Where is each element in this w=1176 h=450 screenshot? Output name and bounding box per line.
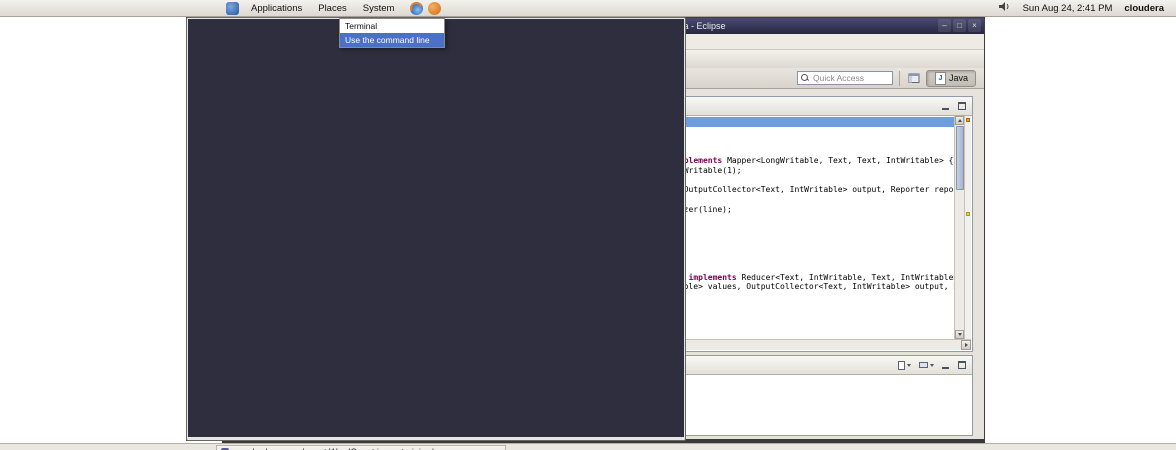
window-controls: – □ × — [938, 19, 981, 32]
minimize-button[interactable]: – — [938, 19, 951, 32]
scroll-up-icon[interactable] — [955, 116, 964, 125]
clock[interactable]: Sun Aug 24, 2:41 PM — [1023, 3, 1113, 14]
maximize-view-button[interactable] — [955, 359, 968, 372]
overview-ruler[interactable] — [964, 116, 971, 339]
open-perspective-button[interactable] — [906, 70, 922, 86]
minimize-icon — [942, 102, 949, 111]
orange-app-launcher-icon[interactable] — [428, 1, 442, 15]
tooltip-title: Terminal — [345, 21, 378, 31]
terminal-tooltip: Terminal Use the command line — [339, 18, 445, 48]
panel-tray: Sun Aug 24, 2:41 PM cloudera — [998, 1, 1164, 15]
maximize-button[interactable]: □ — [953, 19, 966, 32]
minimize-view-button[interactable] — [939, 100, 952, 113]
java-perspective-label: Java — [948, 73, 968, 83]
user-label: cloudera — [1124, 2, 1164, 14]
java-perspective-button[interactable]: Java — [925, 69, 976, 87]
tooltip-subtitle: Use the command line — [340, 33, 444, 47]
terminal-launcher-icon[interactable] — [186, 17, 686, 441]
scroll-right-icon[interactable] — [961, 340, 971, 350]
display-console-button[interactable] — [917, 359, 936, 372]
scrollbar-thumb[interactable] — [955, 126, 964, 190]
firefox-launcher-icon[interactable] — [410, 1, 424, 15]
scroll-down-icon[interactable] — [955, 330, 964, 339]
minimize-view-button[interactable] — [939, 359, 952, 372]
minimize-icon — [942, 361, 949, 370]
maximize-view-button[interactable] — [955, 100, 968, 113]
display-console-icon — [919, 362, 928, 368]
taskbar-window-button[interactable]: com.hadoop.wordcount.WordCount.java - tr… — [216, 445, 506, 450]
maximize-icon — [957, 102, 966, 110]
dropdown-arrow-icon — [930, 363, 934, 367]
panel-launchers — [186, 1, 686, 441]
java-perspective-icon — [934, 72, 946, 85]
open-perspective-icon — [907, 71, 921, 85]
panel-menus: Applications Places System — [243, 1, 402, 16]
quick-access-input[interactable]: Quick Access — [796, 71, 893, 85]
close-button[interactable]: × — [968, 19, 981, 32]
new-console-icon — [898, 360, 905, 370]
toolbar-separator — [898, 70, 900, 86]
desktop: { "panel": { "menus": [{"label": "Applic… — [0, 0, 1176, 450]
quick-access-placeholder: Quick Access — [812, 73, 865, 83]
panel-menu-system[interactable]: System — [355, 1, 403, 16]
open-console-button[interactable] — [895, 359, 914, 372]
top-panel: Applications Places System Sun Aug 24, 2:4… — [0, 0, 1176, 441]
search-icon — [800, 73, 810, 83]
volume-icon[interactable] — [998, 1, 1011, 15]
overview-marker[interactable] — [966, 212, 970, 216]
panel-menu-places[interactable]: Places — [310, 1, 355, 16]
dropdown-arrow-icon — [907, 363, 911, 367]
panel-menu-applications[interactable]: Applications — [243, 1, 310, 16]
maximize-icon — [957, 361, 966, 369]
bottom-panel: com.hadoop.wordcount.WordCount.java - tr… — [0, 443, 1176, 450]
editor-vscrollbar[interactable] — [954, 116, 964, 339]
distro-menu-icon[interactable] — [226, 1, 239, 15]
overview-marker[interactable] — [966, 118, 970, 122]
